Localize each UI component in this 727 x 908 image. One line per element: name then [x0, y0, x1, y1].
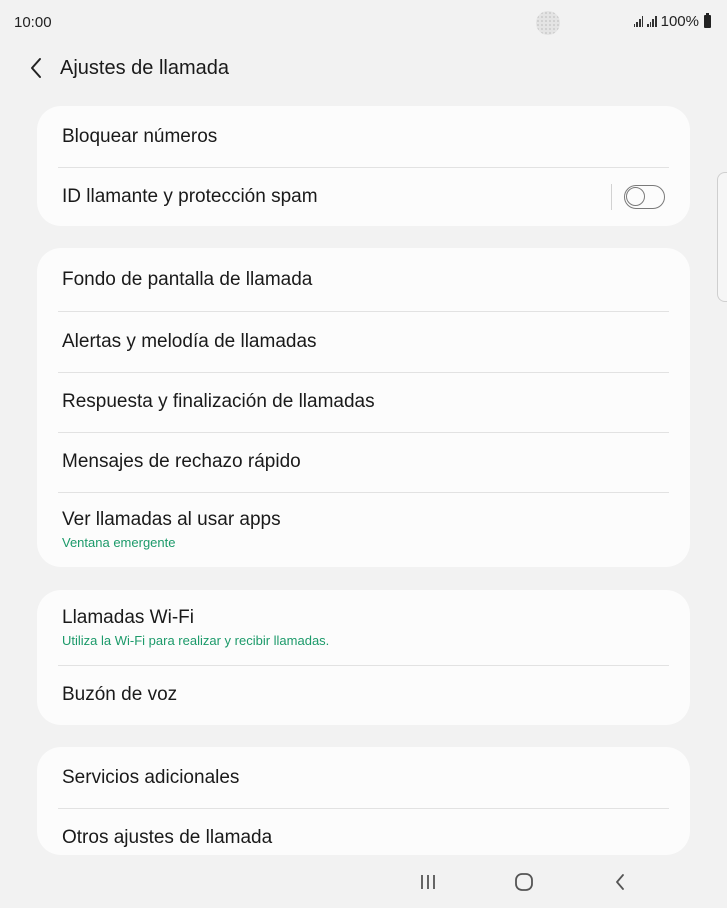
back-button[interactable]	[16, 48, 56, 88]
status-time: 10:00	[14, 14, 52, 31]
home-button[interactable]	[504, 866, 544, 898]
setting-item-caller-id-spam[interactable]: ID llamante y protección spam	[37, 167, 690, 226]
setting-item-answer-end-calls[interactable]: Respuesta y finalización de llamadas	[37, 372, 690, 432]
battery-icon	[704, 13, 711, 28]
settings-group-call-display: Fondo de pantalla de llamada Alertas y m…	[37, 248, 690, 567]
setting-item-label: Servicios adicionales	[62, 766, 240, 788]
setting-item-call-alerts-ringtone[interactable]: Alertas y melodía de llamadas	[37, 311, 690, 372]
page-title: Ajustes de llamada	[60, 56, 229, 79]
battery-percent: 100%	[660, 13, 699, 30]
status-indicators: 100%	[633, 13, 711, 30]
navigation-bar	[0, 856, 727, 908]
signal-icon	[647, 16, 657, 27]
setting-item-additional-services[interactable]: Servicios adicionales	[37, 747, 690, 808]
setting-item-voicemail[interactable]: Buzón de voz	[37, 665, 690, 725]
setting-item-calls-while-using-apps[interactable]: Ver llamadas al usar apps Ventana emerge…	[37, 492, 690, 567]
back-icon	[616, 874, 624, 890]
setting-item-quick-decline-messages[interactable]: Mensajes de rechazo rápido	[37, 432, 690, 492]
settings-group-additional: Servicios adicionales Otros ajustes de l…	[37, 747, 690, 855]
recent-apps-icon	[421, 875, 435, 889]
setting-item-label: Ver llamadas al usar apps	[62, 509, 281, 530]
app-header: Ajustes de llamada	[0, 48, 727, 88]
setting-item-label: Bloquear números	[62, 125, 218, 147]
setting-item-sublabel: Ventana emergente	[62, 535, 176, 550]
nav-back-button[interactable]	[600, 866, 640, 898]
setting-item-block-numbers[interactable]: Bloquear números	[37, 106, 690, 167]
edge-panel-handle[interactable]	[717, 172, 727, 302]
caller-id-spam-toggle[interactable]	[624, 184, 665, 209]
setting-item-other-call-settings[interactable]: Otros ajustes de llamada	[37, 808, 690, 855]
setting-item-label: Alertas y melodía de llamadas	[62, 330, 317, 352]
signal-icon	[633, 16, 644, 27]
setting-item-label: Otros ajustes de llamada	[62, 827, 273, 848]
settings-group-blocking: Bloquear números ID llamante y protecció…	[37, 106, 690, 226]
chevron-left-icon	[31, 58, 41, 78]
setting-item-label: ID llamante y protección spam	[62, 185, 318, 207]
setting-item-call-background[interactable]: Fondo de pantalla de llamada	[37, 248, 690, 311]
setting-item-label: Buzón de voz	[62, 684, 178, 705]
settings-group-wifi-voicemail: Llamadas Wi-Fi Utiliza la Wi-Fi para rea…	[37, 590, 690, 725]
setting-item-label: Llamadas Wi-Fi	[62, 607, 194, 628]
status-bar: 10:00 100%	[0, 0, 727, 44]
camera-cutout	[536, 11, 560, 35]
setting-item-label: Fondo de pantalla de llamada	[62, 268, 313, 290]
setting-item-label: Respuesta y finalización de llamadas	[62, 391, 375, 412]
home-icon	[515, 873, 533, 891]
recent-apps-button[interactable]	[408, 866, 448, 898]
vertical-divider	[611, 183, 612, 210]
toggle-knob	[626, 186, 645, 206]
setting-item-label: Mensajes de rechazo rápido	[62, 451, 301, 472]
setting-item-sublabel: Utiliza la Wi-Fi para realizar y recibir…	[62, 633, 330, 648]
setting-item-wifi-calling[interactable]: Llamadas Wi-Fi Utiliza la Wi-Fi para rea…	[37, 590, 690, 665]
